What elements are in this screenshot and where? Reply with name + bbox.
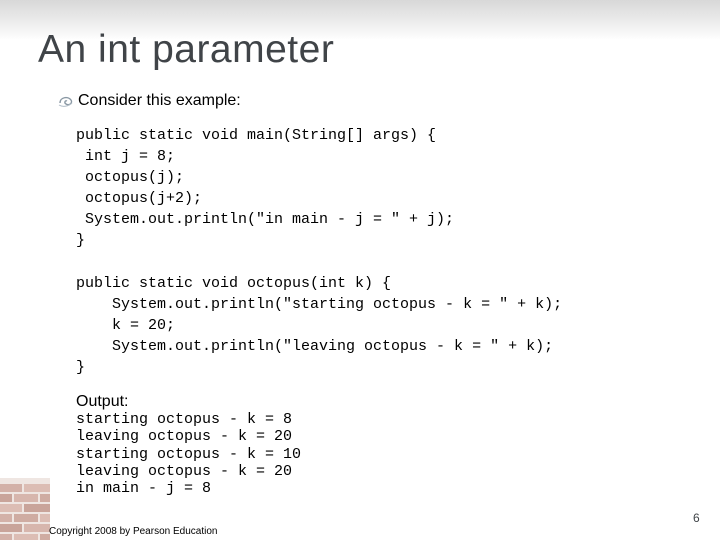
- code-block-octopus: public static void octopus(int k) { Syst…: [76, 275, 563, 376]
- bullet-swirl-icon: [58, 94, 74, 108]
- brick-wall-decoration: [0, 478, 50, 540]
- bullet-item: Consider this example:: [58, 90, 241, 112]
- bullet-text: Consider this example:: [78, 92, 241, 109]
- code-block-main: public static void main(String[] args) {…: [76, 127, 455, 249]
- program-output: starting octopus - k = 8 leaving octopus…: [76, 411, 302, 498]
- output-label: Output:: [76, 393, 129, 410]
- copyright-footer: Copyright 2008 by Pearson Education: [49, 526, 218, 537]
- page-number: 6: [693, 511, 700, 525]
- slide-title: An int parameter: [38, 28, 335, 71]
